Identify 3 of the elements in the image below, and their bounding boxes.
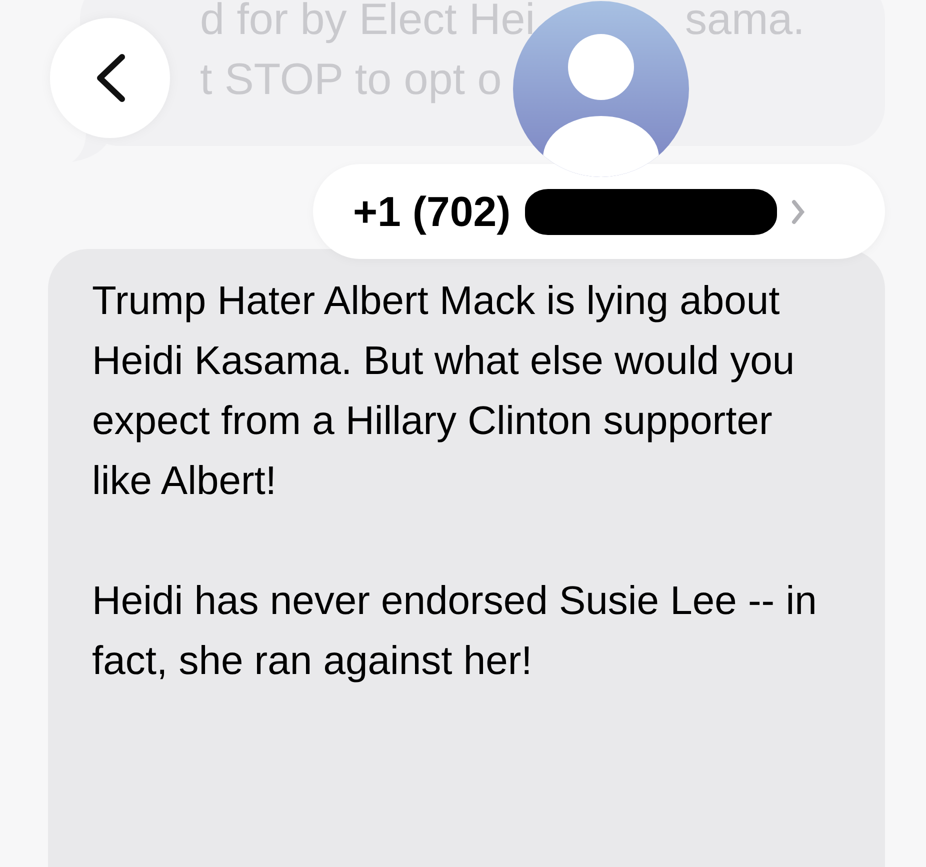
chevron-right-icon — [790, 198, 805, 224]
message-text: Heidi has never endorsed Susie Lee -- in fact, she ran against her! — [92, 578, 818, 685]
message-text: Trump Hater Albert Mack is lying about Heidi Kasama. But what else would you expect from a Hillary Clinton supporter like Albert! — [92, 278, 796, 505]
